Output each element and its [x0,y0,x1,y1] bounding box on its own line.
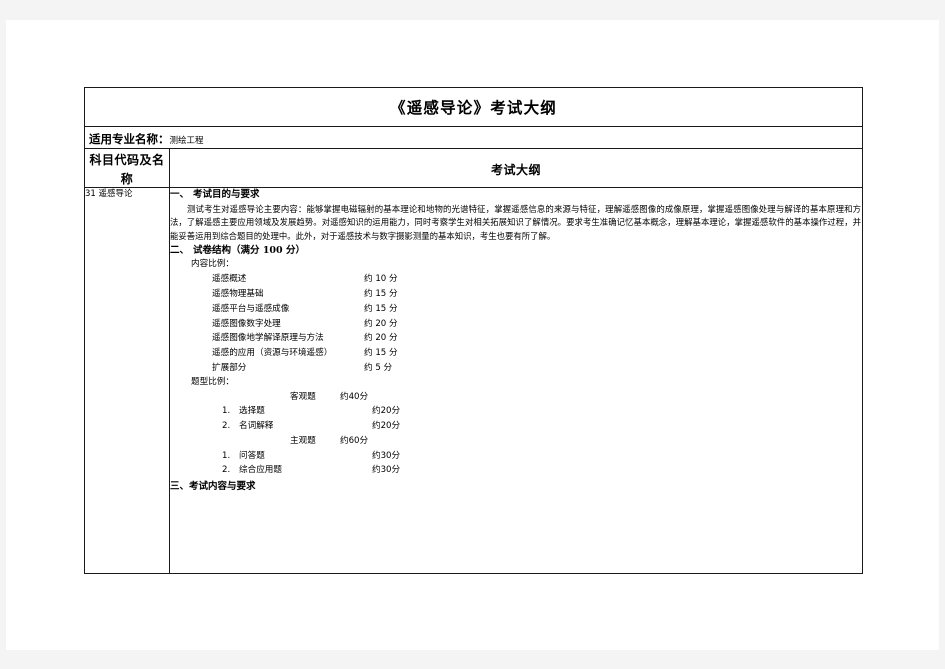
column-header-subject-cell: 科目代码及名称 [84,148,170,188]
content-item-score: 约 10 分 [364,274,398,285]
content-item-name: 扩展部分 [212,362,247,373]
section-two-number: 二、 [170,244,190,256]
subjective-label: 主观题 [290,435,316,446]
content-item-score: 约 5 分 [364,362,393,373]
objective-item-index: 2. [222,421,231,432]
section-two-heading: 二、 试卷结构（满分 100 分） [170,244,862,259]
list-item: 遥感物理基础 约 15 分 [170,287,862,302]
page-title: 《遥感导论》考试大纲 [390,98,558,117]
objective-item-score: 约20分 [372,406,401,417]
list-item: 遥感的应用（资源与环境遥感） 约 15 分 [170,346,862,361]
subjective-item-score: 约30分 [372,450,401,461]
content-item-name: 遥感的应用（资源与环境遥感） [212,348,333,359]
subjective-item-index: 1. [222,450,231,461]
section-one-number: 一、 [170,189,190,200]
column-header-syllabus: 考试大纲 [491,162,542,177]
section-three-title: 考试内容与要求 [189,481,256,493]
section-two-title: 试卷结构（满分 100 分） [193,244,305,256]
subjective-item-score: 约30分 [372,465,401,476]
content-item-score: 约 15 分 [364,348,398,359]
content-ratio-label: 内容比例： [191,259,234,270]
syllabus-body-cell: 一、 考试目的与要求 测试考生对遥感导论主要内容：能够掌握电磁辐射的基本理论和地物… [168,187,864,574]
syllabus-table: 《遥感导论》考试大纲 适用专业名称：测绘工程 科目代码及名称 考试大纲 31 遥… [83,87,864,574]
subjective-item-index: 2. [222,465,231,476]
content-item-name: 遥感图像地学解译原理与方法 [212,333,324,344]
objective-label: 客观题 [290,391,316,402]
objective-item-name: 选择题 [239,406,265,417]
major-cell: 适用专业名称：测绘工程 [83,126,864,149]
subjective-item-name: 综合应用题 [239,465,282,476]
section-three-heading: 三、考试内容与要求 [170,478,862,495]
objective-score: 约40分 [340,391,369,402]
content-item-score: 约 15 分 [364,303,398,314]
document-title-cell: 《遥感导论》考试大纲 [83,87,864,127]
content-item-score: 约 15 分 [364,288,398,299]
subjective-group-header: 主观题 约60分 [170,434,862,449]
content-item-score: 约 20 分 [364,318,398,329]
content-item-name: 遥感平台与遥感成像 [212,303,290,314]
section-one-heading: 一、 考试目的与要求 [170,188,862,203]
table-row-column-headers: 科目代码及名称 考试大纲 [84,148,864,188]
subject-code-name: 31 遥感导论 [85,189,133,199]
content-ratio-list: 遥感概述 约 10 分 遥感物理基础 约 15 分 遥感平台与遥感成像 约 15… [170,272,862,375]
column-header-syllabus-cell: 考试大纲 [168,148,864,188]
subject-code-name-cell: 31 遥感导论 [84,187,170,574]
column-header-subject: 科目代码及名称 [89,153,165,186]
objective-item-score: 约20分 [372,421,401,432]
section-three-number: 三、 [170,481,190,493]
table-row-body: 31 遥感导论 一、 考试目的与要求 测试考生对遥感导论主要内容：能够掌握电磁辐射… [84,187,864,574]
content-item-name: 遥感图像数字处理 [212,318,281,329]
question-type-ratio-label: 题型比例： [191,376,234,387]
objective-group-header: 客观题 约40分 [170,390,862,405]
content-item-name: 遥感概述 [212,274,247,285]
table-row-major: 适用专业名称：测绘工程 [83,126,864,149]
list-item: 遥感图像地学解译原理与方法 约 20 分 [170,331,862,346]
table-row-title: 《遥感导论》考试大纲 [83,87,864,127]
list-item: 扩展部分 约 5 分 [170,361,862,376]
list-item: 1. 选择题 约20分 [170,404,862,419]
objective-item-name: 名词解释 [239,421,274,432]
list-item: 遥感平台与遥感成像 约 15 分 [170,302,862,317]
section-one-paragraph: 测试考生对遥感导论主要内容：能够掌握电磁辐射的基本理论和地物的光谱特征，掌握遥感… [170,203,862,241]
list-item: 2. 名词解释 约20分 [170,419,862,434]
list-item: 2. 综合应用题 约30分 [170,463,862,478]
objective-item-index: 1. [222,406,231,417]
content-item-name: 遥感物理基础 [212,288,264,299]
subjective-item-name: 问答题 [239,450,265,461]
list-item: 遥感概述 约 10 分 [170,272,862,287]
content-item-score: 约 20 分 [364,333,398,344]
major-value: 测绘工程 [169,136,204,146]
section-one-title: 考试目的与要求 [193,189,260,200]
list-item: 遥感图像数字处理 约 20 分 [170,317,862,332]
subjective-score: 约60分 [340,435,369,446]
page-sheet: 《遥感导论》考试大纲 适用专业名称：测绘工程 科目代码及名称 考试大纲 31 遥… [6,20,939,650]
list-item: 1. 问答题 约30分 [170,449,862,464]
major-label: 适用专业名称： [89,132,170,146]
